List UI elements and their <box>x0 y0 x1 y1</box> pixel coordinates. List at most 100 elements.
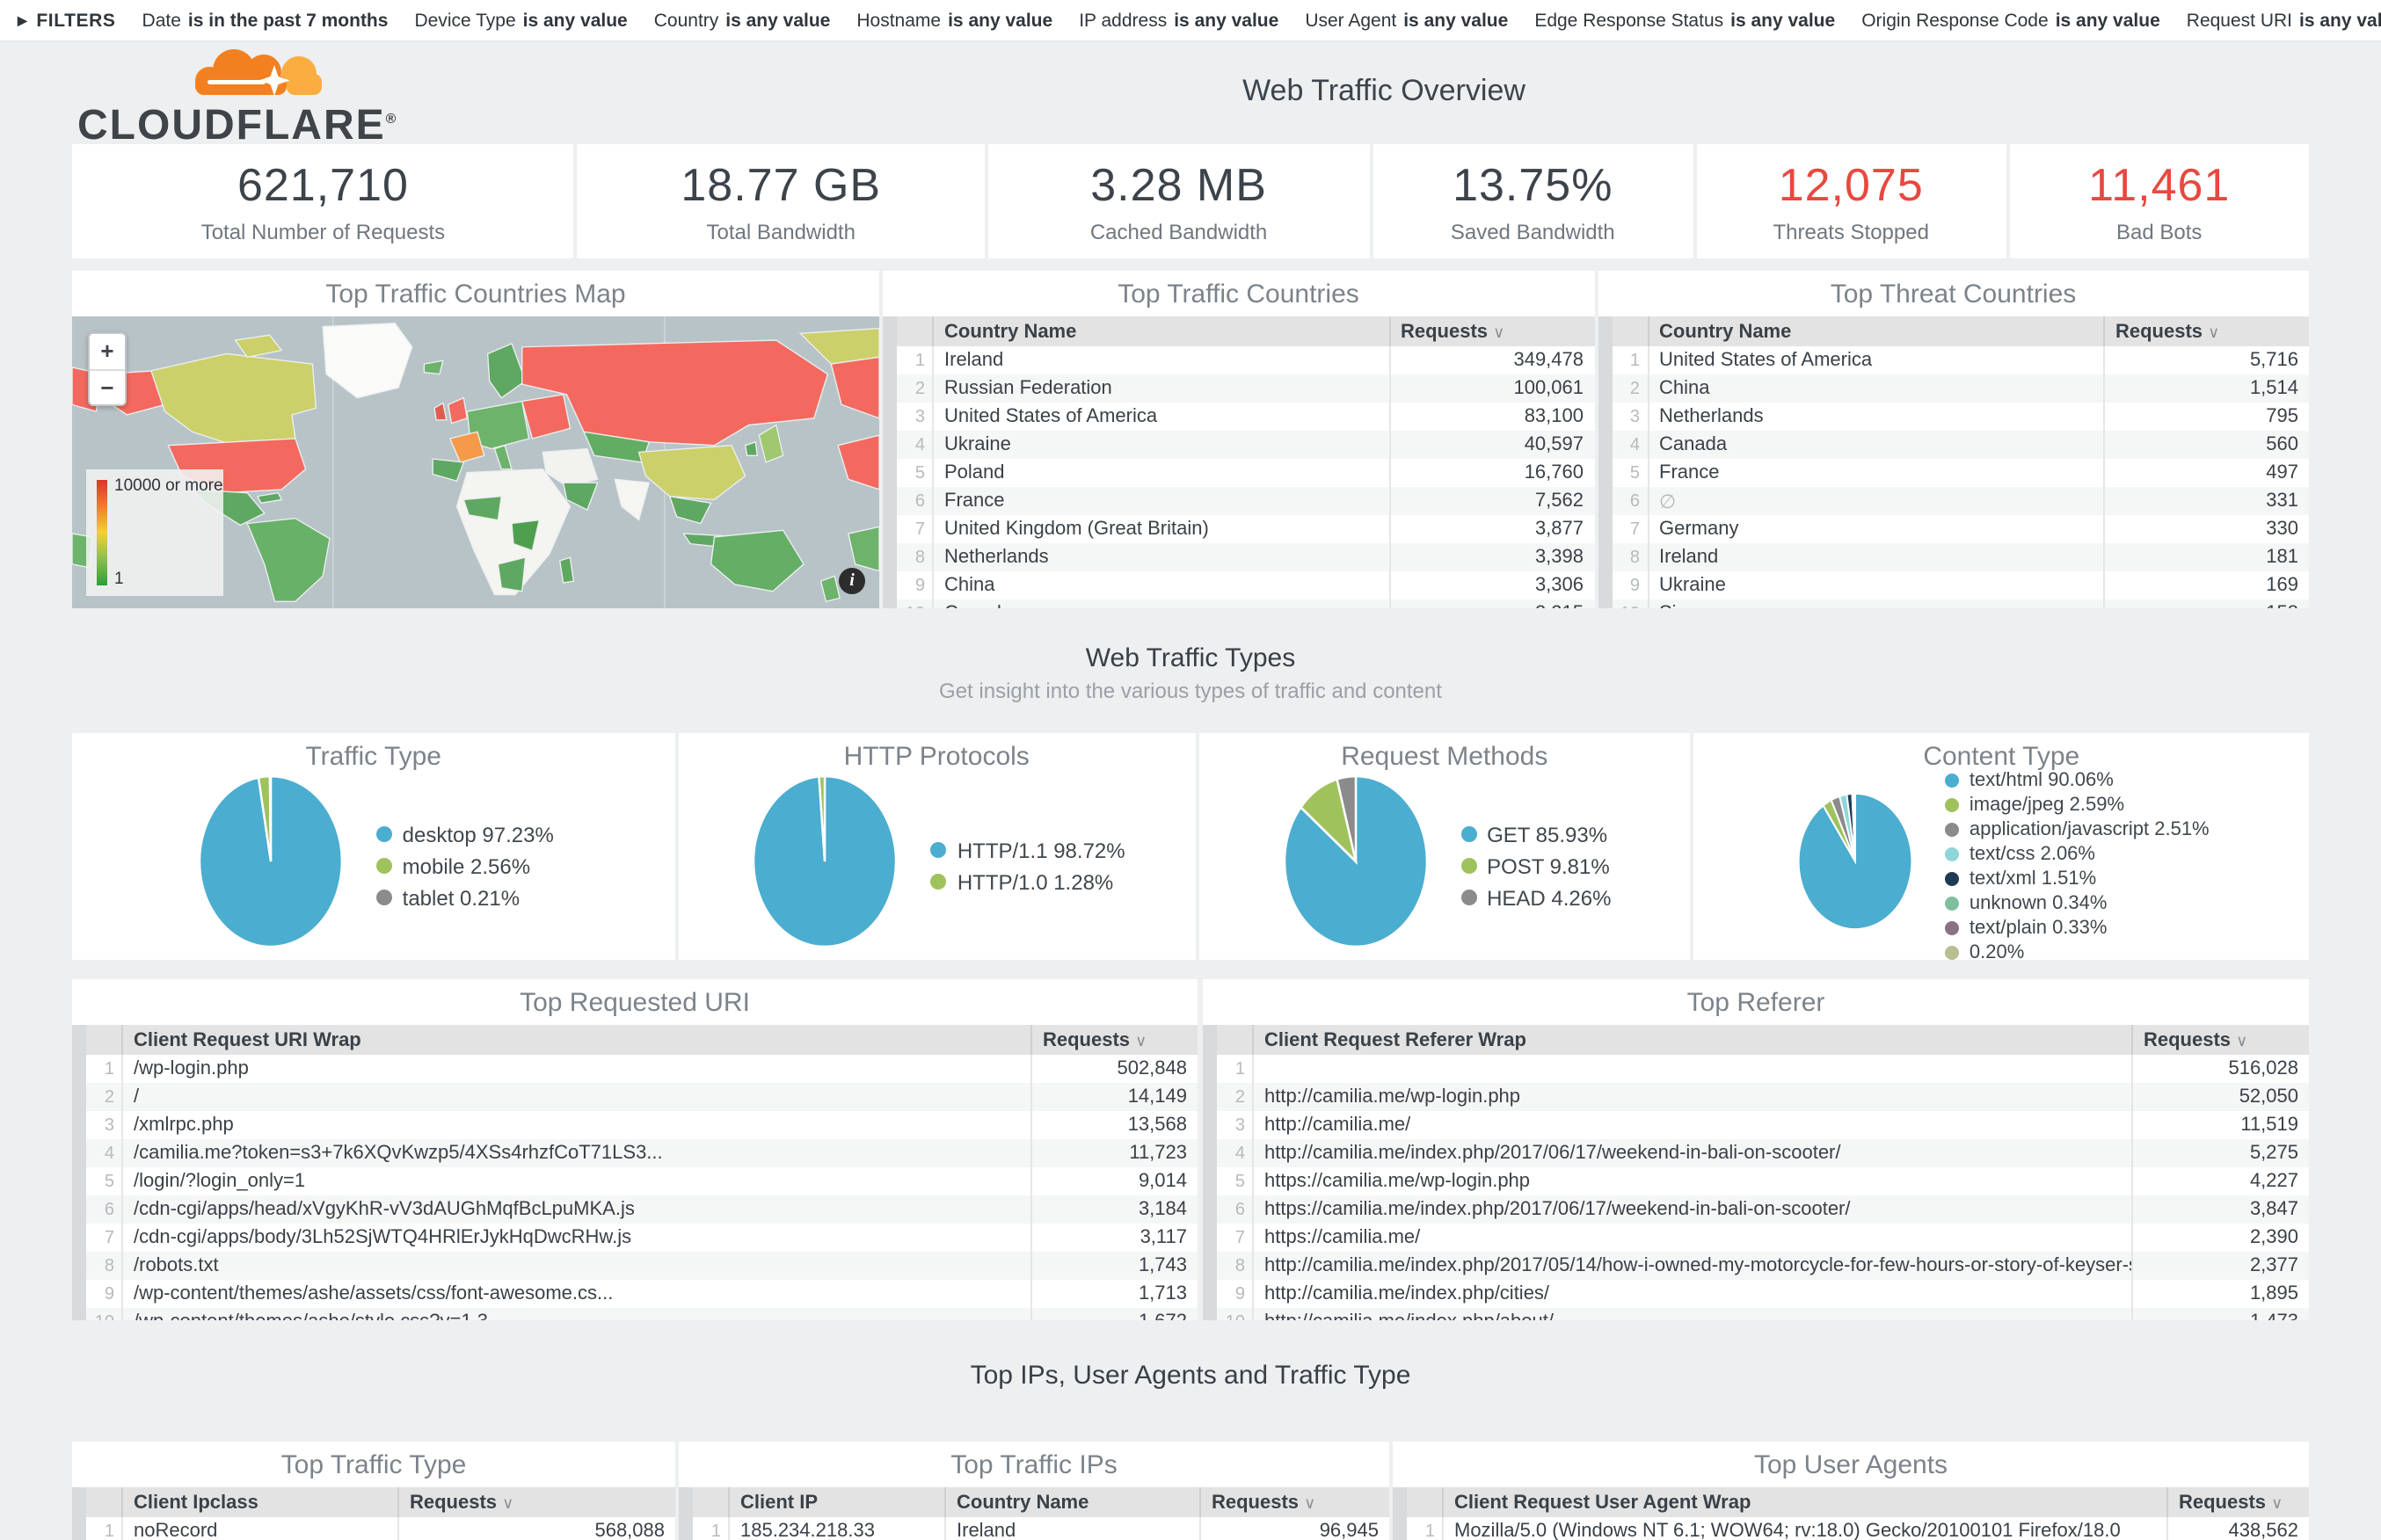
table-row: 10Singapore158 <box>1612 599 2309 608</box>
table-row: 1Ireland349,478 <box>897 346 1594 374</box>
data-table: Client IpclassRequests∨1noRecord568,088 <box>86 1487 675 1540</box>
table-row: 10http://camilia.me/index.php/about/1,47… <box>1217 1308 2309 1320</box>
sort-chevron-icon: ∨ <box>1304 1493 1315 1511</box>
row-number: 7 <box>86 1224 122 1252</box>
table-header-row: Client IpclassRequests∨ <box>86 1487 675 1517</box>
table-cell: /cdn-cgi/apps/body/3Lh52SjWTQ4HRlErJykHq… <box>122 1224 1031 1252</box>
column-header-requests[interactable]: Requests∨ <box>1031 1025 1198 1055</box>
filter-item[interactable]: Origin Response Codeis any value <box>1861 10 2160 31</box>
table-row: 5Poland16,760 <box>897 459 1594 487</box>
http-protocols-pie <box>748 768 903 960</box>
pie-slice-other[interactable] <box>1854 794 1855 861</box>
legend-dot <box>1460 890 1476 905</box>
legend-dot <box>1945 920 1959 934</box>
table-header-row: Client Request Referer WrapRequests∨ <box>1217 1025 2309 1055</box>
panel-title: Top Threat Countries <box>1598 271 2309 316</box>
column-header-requests[interactable]: Requests∨ <box>2104 316 2309 346</box>
map-color-legend: 10000 or more 1 <box>86 469 223 596</box>
legend-item: unknown 0.34% <box>1945 892 2210 913</box>
filters-toggle[interactable]: ▶ FILTERS <box>18 10 116 31</box>
table-row: 7/cdn-cgi/apps/body/3Lh52SjWTQ4HRlErJykH… <box>86 1224 1198 1252</box>
filter-op-label: is any value <box>725 10 830 31</box>
kpi-value: 621,710 <box>237 158 409 213</box>
table-cell: / <box>122 1083 1031 1111</box>
table-row: 4http://camilia.me/index.php/2017/06/17/… <box>1217 1139 2309 1167</box>
legend-label: mobile 2.56% <box>403 854 530 878</box>
table-cell: 3,847 <box>2132 1195 2309 1224</box>
table-cell: 1,514 <box>2104 374 2309 403</box>
table-row: 8Ireland181 <box>1612 543 2309 571</box>
map-info-button[interactable]: i <box>839 568 865 594</box>
row-number: 9 <box>86 1280 122 1308</box>
table-cell: 3,306 <box>1389 571 1594 599</box>
filter-item[interactable]: User Agentis any value <box>1305 10 1508 31</box>
legend-label: text/plain 0.33% <box>1970 917 2108 938</box>
table-header-row: Country NameRequests∨ <box>1612 316 2309 346</box>
row-number: 5 <box>86 1167 122 1195</box>
user-agents-table: Client Request User Agent WrapRequests∨1… <box>1393 1487 2309 1540</box>
table-row: 1Mozilla/5.0 (Windows NT 6.1; WOW64; rv:… <box>1407 1517 2309 1540</box>
legend-dot <box>1945 822 1959 836</box>
table-row: 5/login/?login_only=19,014 <box>86 1167 1198 1195</box>
content-type-pie <box>1794 788 1917 944</box>
http-protocols-legend: HTTP/1.1 98.72%HTTP/1.0 1.28% <box>931 838 1125 894</box>
filter-field-label: Request URI <box>2187 10 2292 31</box>
filter-op-label: is any value <box>1730 10 1835 31</box>
table-cell: 1,743 <box>1031 1252 1198 1280</box>
filter-field-label: Origin Response Code <box>1861 10 2048 31</box>
filter-item[interactable]: Device Typeis any value <box>414 10 627 31</box>
table-row: 2China1,514 <box>1612 374 2309 403</box>
filter-item[interactable]: Request URIis any value <box>2187 10 2381 31</box>
top-referer-table: Client Request Referer WrapRequests∨1516… <box>1203 1025 2309 1320</box>
content-type-legend: text/html 90.06%image/jpeg 2.59%applicat… <box>1945 769 2210 960</box>
panel-title: Top Traffic IPs <box>679 1442 1389 1487</box>
top-requested-uri-panel: Top Requested URI Client Request URI Wra… <box>72 979 1198 1320</box>
legend-item: desktop 97.23% <box>376 822 554 846</box>
table-row: 10Canada2,215 <box>897 599 1594 608</box>
table-cell: 5,275 <box>2132 1139 2309 1167</box>
table-cell: noRecord <box>122 1517 398 1540</box>
table-cell: 497 <box>2104 459 2309 487</box>
row-number: 2 <box>897 374 933 403</box>
world-map[interactable]: + − 10000 or more 1 i <box>72 316 879 608</box>
row-number: 6 <box>1217 1195 1253 1224</box>
filter-op-label: is any value <box>523 10 628 31</box>
legend-item: text/css 2.06% <box>1945 843 2210 864</box>
map-legend-gradient <box>97 480 107 585</box>
filter-item[interactable]: Dateis in the past 7 months <box>142 10 389 31</box>
top-traffic-ips-panel: Top Traffic IPs Client IPCountry NameReq… <box>679 1442 1389 1540</box>
table-row: 4Canada560 <box>1612 431 2309 459</box>
table-cell: /wp-content/themes/ashe/assets/css/font-… <box>122 1280 1031 1308</box>
legend-dot <box>931 874 947 890</box>
legend-dot <box>1945 871 1959 885</box>
filter-item[interactable]: IP addressis any value <box>1079 10 1278 31</box>
row-number-header <box>897 316 933 346</box>
row-number: 4 <box>1217 1139 1253 1167</box>
table-cell: 349,478 <box>1389 346 1594 374</box>
column-header-requests[interactable]: Requests∨ <box>398 1487 675 1517</box>
column-header-requests[interactable]: Requests∨ <box>1389 316 1594 346</box>
table-row: 8/robots.txt1,743 <box>86 1252 1198 1280</box>
traffic-countries-table: Country NameRequests∨1Ireland349,4782Rus… <box>883 316 1594 608</box>
filter-item[interactable]: Hostnameis any value <box>856 10 1052 31</box>
column-header-requests[interactable]: Requests∨ <box>2132 1025 2309 1055</box>
legend-dot <box>1945 797 1959 811</box>
table-cell: 795 <box>2104 403 2309 431</box>
map-zoom-out-button[interactable]: − <box>90 369 125 404</box>
http-protocols-panel: HTTP Protocols HTTP/1.1 98.72%HTTP/1.0 1… <box>678 733 1195 960</box>
pie-slice-tablet[interactable] <box>270 776 271 861</box>
table-cell: 3,398 <box>1389 543 1594 571</box>
filter-item[interactable]: Countryis any value <box>654 10 831 31</box>
row-number: 7 <box>897 515 933 543</box>
table-cell: 169 <box>2104 571 2309 599</box>
map-zoom-in-button[interactable]: + <box>90 334 125 369</box>
table-cell: Ireland <box>945 1517 1200 1540</box>
column-header-requests[interactable]: Requests∨ <box>2167 1487 2309 1517</box>
column-header-requests[interactable]: Requests∨ <box>1200 1487 1389 1517</box>
table-cell: Mozilla/5.0 (Windows NT 6.1; WOW64; rv:1… <box>1443 1517 2167 1540</box>
legend-label: POST 9.81% <box>1487 854 1610 878</box>
table-row: 6∅331 <box>1612 487 2309 515</box>
top-traffic-countries-panel: Top Traffic Countries Country NameReques… <box>883 271 1594 608</box>
kpi-value: 13.75% <box>1453 158 1613 213</box>
filter-item[interactable]: Edge Response Statusis any value <box>1534 10 1835 31</box>
